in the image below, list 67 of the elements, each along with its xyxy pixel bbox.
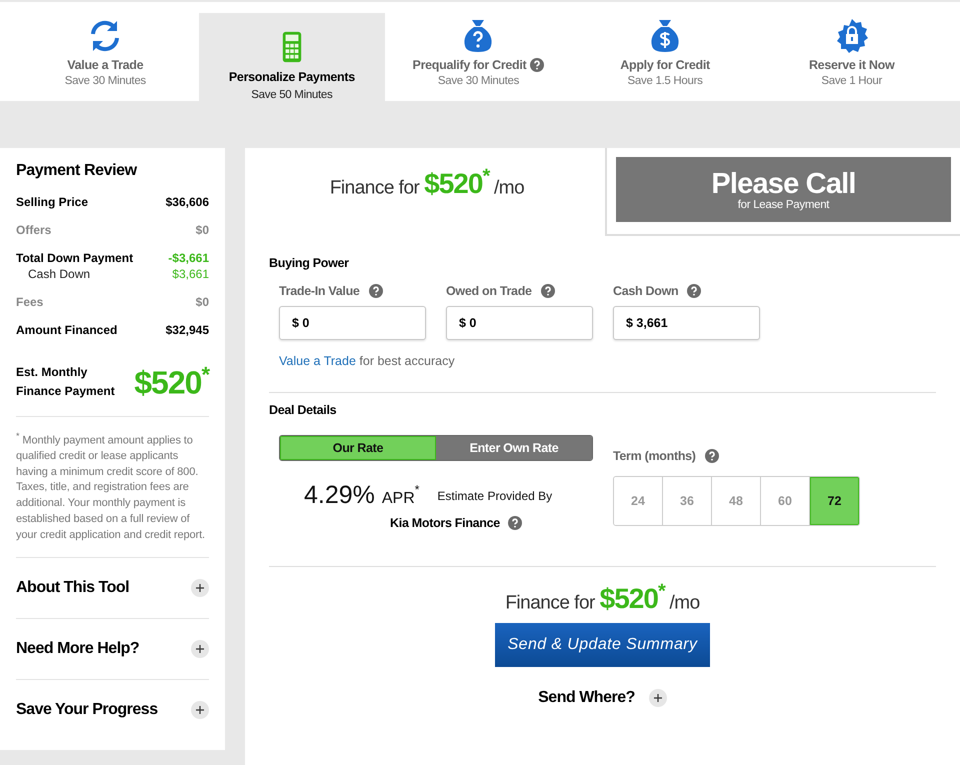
- step-title: Value a Trade: [67, 58, 144, 72]
- finance-amount: Finance for $520$^{*}$ /mo: [505, 581, 700, 613]
- section-title[interactable]: Need More Help?: [16, 640, 140, 658]
- step-time: Save 30 Minutes: [438, 75, 520, 87]
- field-label: Owed on Trade: [446, 284, 532, 298]
- step-title: Prequalify for Credit: [412, 58, 526, 72]
- row-value: $32,945: [166, 323, 209, 337]
- section-title[interactable]: Save Your Progress: [16, 701, 158, 720]
- send-button[interactable]: Send & Update Summary: [495, 623, 710, 667]
- step-title: Personalize Payments: [228, 70, 355, 84]
- row-label: Offers: [16, 223, 52, 237]
- term-option[interactable]: 72: [810, 477, 859, 525]
- finance-amount: Finance for $520$^{*}$ /mo: [330, 166, 524, 198]
- rate-tab[interactable]: Enter Own Rate: [436, 436, 592, 460]
- plus-icon[interactable]: [191, 640, 209, 658]
- footnote: $^{*}$ Monthly payment amount applies to qualified credit or lease applicants having a minimum credit score of 800. Taxes, title, and registration fees are additional. Your monthly payment is established based on a full review of your credit application and credit report.: [16, 430, 206, 543]
- section-heading: Buying Power: [269, 256, 350, 270]
- apr-value: 4.29% APR$^{*}$: [304, 481, 420, 510]
- step-tab[interactable]: Prequalify for Credit Save 30 Minutes: [385, 2, 572, 101]
- help-icon[interactable]: [704, 449, 719, 463]
- input-field[interactable]: $ 0: [279, 306, 426, 340]
- step-tab[interactable]: Personalize Payments Save 50 Minutes: [198, 13, 386, 101]
- row-value: $36,606: [166, 195, 209, 209]
- help-icon[interactable]: [540, 284, 555, 298]
- section-heading: Deal Details: [269, 403, 338, 417]
- input-field[interactable]: $ 3,661: [613, 306, 760, 340]
- help-icon[interactable]: [687, 284, 702, 298]
- section-title[interactable]: About This Tool: [16, 579, 130, 598]
- value-trade-link[interactable]: Value a Trade: [279, 354, 356, 368]
- field-label: Cash Down: [613, 284, 678, 298]
- link-hint: for best accuracy: [359, 354, 455, 368]
- row-label: Selling Price: [16, 195, 88, 209]
- step-title: Apply for Credit: [620, 58, 710, 72]
- row-value: $3,661: [172, 267, 209, 281]
- help-icon[interactable]: [530, 58, 544, 72]
- row-label: Total Down Payment: [16, 251, 134, 265]
- step-time: Save 1.5 Hours: [628, 75, 703, 87]
- step-time: Save 30 Minutes: [64, 75, 146, 87]
- row-label: Cash Down: [28, 267, 90, 281]
- row-value: $0: [196, 295, 209, 309]
- provider-name: Kia Motors Finance: [390, 516, 500, 530]
- row-value: $0: [196, 223, 209, 237]
- send-where-label[interactable]: Send Where?: [538, 689, 635, 707]
- row-label: Fees: [16, 295, 44, 309]
- lease-title: Please Call: [711, 168, 856, 198]
- estimate-label: Est. Monthly Finance Payment: [16, 364, 116, 400]
- step-tab[interactable]: Value a Trade Save 30 Minutes: [12, 2, 199, 101]
- step-title: Reserve it Now: [808, 58, 894, 72]
- lease-subtitle: for Lease Payment: [738, 198, 830, 210]
- estimate-amount: $520$^{*}$: [134, 362, 209, 402]
- plus-icon[interactable]: [648, 689, 667, 707]
- help-icon[interactable]: [368, 284, 383, 298]
- step-time: Save 1 Hour: [821, 75, 882, 87]
- panel-title: Payment Review: [16, 162, 138, 180]
- rate-tab[interactable]: Our Rate: [280, 436, 436, 460]
- row-label: Amount Financed: [16, 323, 118, 337]
- field-label: Trade-In Value: [279, 284, 360, 298]
- field-label: Term (months): [613, 449, 696, 463]
- plus-icon[interactable]: [191, 579, 209, 598]
- row-value: -$3,661: [168, 251, 209, 265]
- input-field[interactable]: $ 0: [446, 306, 593, 340]
- step-time: Save 50 Minutes: [251, 89, 332, 101]
- plus-icon[interactable]: [191, 701, 209, 720]
- step-tab[interactable]: Apply for Credit Save 1.5 Hours: [572, 2, 758, 101]
- step-tab[interactable]: Reserve it Now Save 1 Hour: [758, 2, 945, 101]
- help-icon[interactable]: [508, 516, 522, 530]
- provider-label: Estimate Provided By: [437, 488, 552, 502]
